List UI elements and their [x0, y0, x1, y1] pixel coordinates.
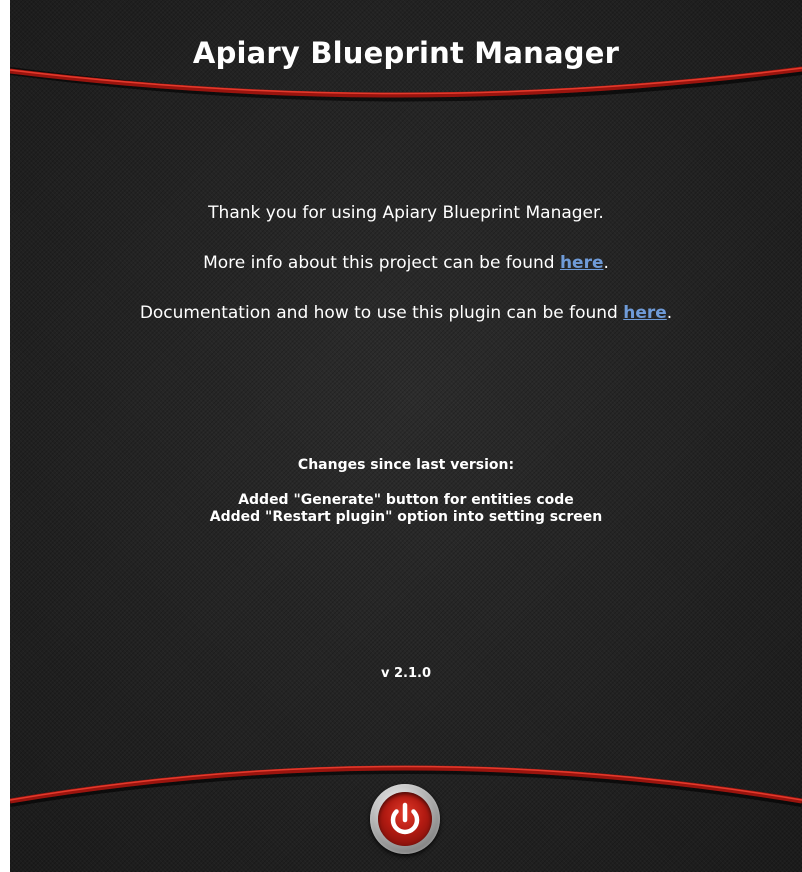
about-window: Apiary Blueprint Manager Thank you for u…	[10, 0, 802, 872]
project-info-text: More info about this project can be foun…	[203, 253, 560, 273]
changelog-item: Added "Generate" button for entities cod…	[238, 492, 574, 508]
power-button-face	[378, 792, 432, 846]
documentation-text: Documentation and how to use this plugin…	[139, 303, 624, 323]
project-info-line: More info about this project can be foun…	[10, 251, 802, 275]
project-info-period: .	[603, 253, 609, 273]
version-label: v 2.1.0	[380, 666, 431, 681]
power-icon	[390, 802, 420, 835]
power-button[interactable]	[370, 784, 440, 854]
changelog-heading: Changes since last version:	[297, 457, 515, 473]
app-title: Apiary Blueprint Manager	[192, 36, 620, 70]
documentation-link[interactable]: here	[623, 303, 667, 323]
intro-section: Thank you for using Apiary Blueprint Man…	[10, 201, 802, 351]
changelog-list: Added "Generate" button for entities cod…	[10, 492, 802, 526]
documentation-period: .	[666, 303, 673, 323]
changelog-section: Changes since last version: Added "Gener…	[10, 456, 802, 526]
changelog-item: Added "Restart plugin" option into setti…	[209, 509, 603, 525]
project-info-link[interactable]: here	[560, 253, 604, 273]
documentation-line: Documentation and how to use this plugin…	[10, 301, 802, 325]
thank-you-text: Thank you for using Apiary Blueprint Man…	[208, 203, 604, 223]
